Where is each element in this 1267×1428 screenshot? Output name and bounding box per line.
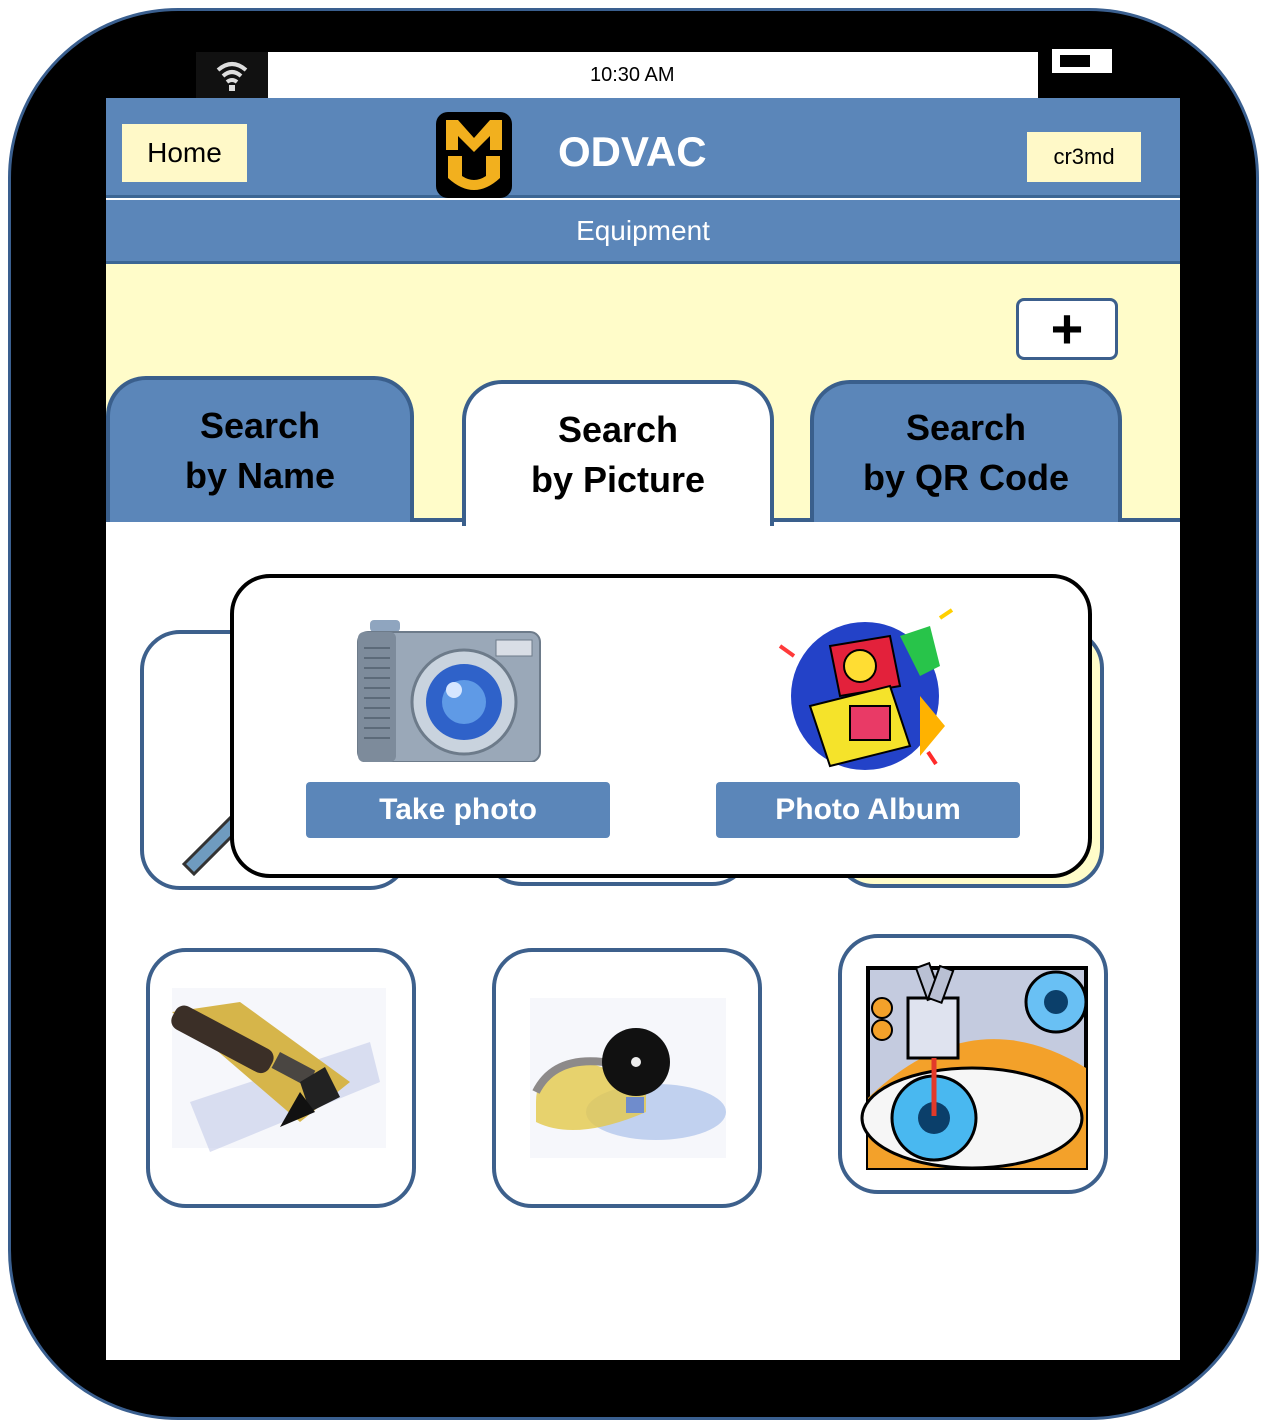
app-title: ODVAC [558, 128, 707, 175]
photo-source-popup: Take photo Photo Album [230, 574, 1092, 878]
section-title: Equipment [106, 200, 1180, 264]
equipment-tile-eye-microscope[interactable] [838, 934, 1108, 1194]
photo-album-button[interactable]: Photo Album [716, 782, 1020, 838]
tab-label-line1: Search [905, 406, 1027, 448]
wifi-icon [196, 52, 268, 98]
mizzou-logo [436, 112, 512, 198]
tab-label-line1: Search [199, 404, 321, 446]
camera-icon [357, 620, 541, 762]
tab-label-line2: by QR Code [862, 457, 1069, 498]
head-mirror-icon [530, 998, 726, 1158]
tab-search-by-picture[interactable]: Search by Picture [462, 380, 774, 526]
tab-label-line2: by Name [184, 455, 336, 496]
home-button[interactable]: Home [122, 124, 247, 182]
otoscope-icon [171, 988, 386, 1152]
app-header: Home ODVAC cr3md [106, 98, 1180, 198]
tab-search-by-name[interactable]: Search by Name [106, 376, 414, 522]
tab-label-line2: by Picture [530, 459, 706, 500]
status-time: 10:30 AM [590, 64, 675, 86]
tab-label-line1: Search [557, 408, 679, 450]
tab-search-by-qr-code[interactable]: Search by QR Code [810, 380, 1122, 522]
battery-icon [1048, 45, 1122, 77]
eye-microscope-icon [860, 961, 1088, 1170]
add-button[interactable]: + [1016, 298, 1118, 360]
equipment-tile-otoscope[interactable] [146, 948, 416, 1208]
app-screen: Home ODVAC cr3md Equipment + Search by Na… [106, 98, 1180, 1360]
take-photo-button[interactable]: Take photo [306, 782, 610, 838]
equipment-tile-head-mirror[interactable] [492, 948, 762, 1208]
user-button[interactable]: cr3md [1027, 132, 1141, 182]
photo-album-icon [778, 608, 954, 770]
plus-icon: + [1050, 297, 1084, 360]
